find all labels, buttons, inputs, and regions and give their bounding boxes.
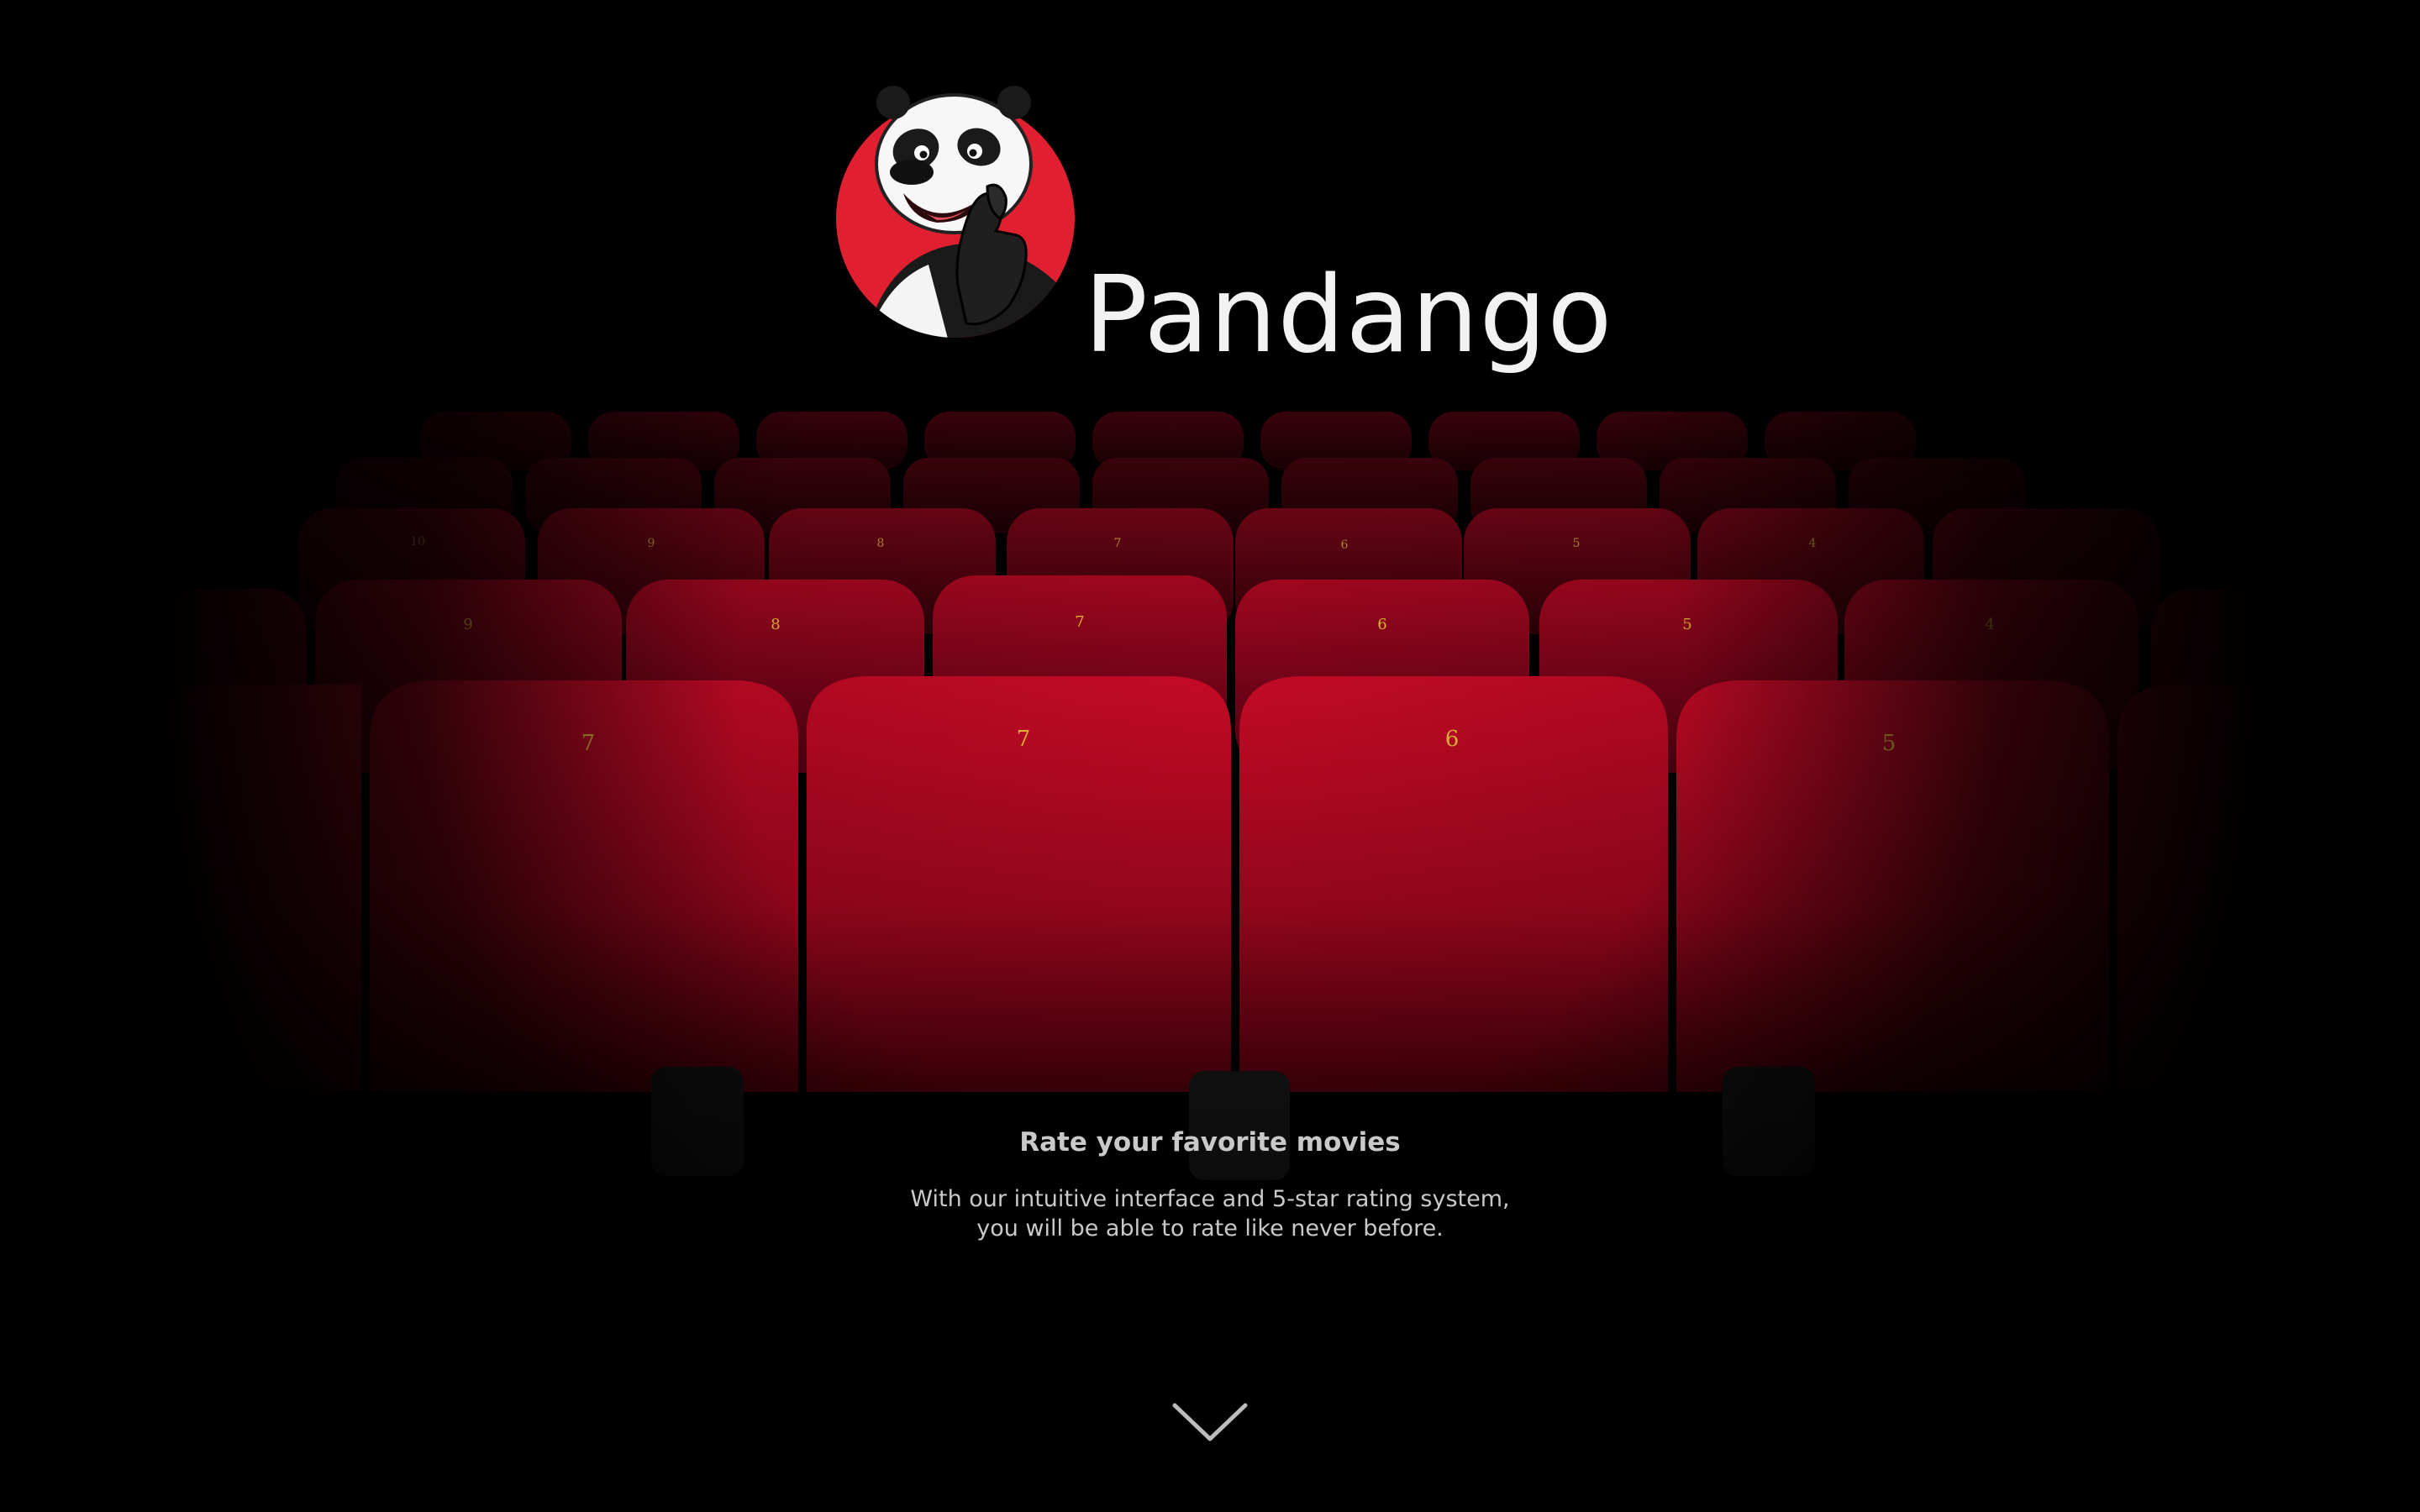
hero-section: 7 7 6 5 9 8 7 6 5 4 10 9 8 7 6 5 4	[0, 0, 2420, 1512]
tagline-title: Rate your favorite movies	[1019, 1127, 1401, 1158]
brand-header: Pandango	[828, 84, 1668, 386]
tagline-block: Rate your favorite movies With our intui…	[790, 1126, 1630, 1243]
panda-thumbs-up-icon[interactable]	[828, 84, 1080, 344]
tagline-description: With our intuitive interface and 5-star …	[910, 1186, 1510, 1242]
brand-name: Pandango	[1084, 253, 1613, 376]
chevron-down-icon[interactable]	[1168, 1399, 1252, 1449]
